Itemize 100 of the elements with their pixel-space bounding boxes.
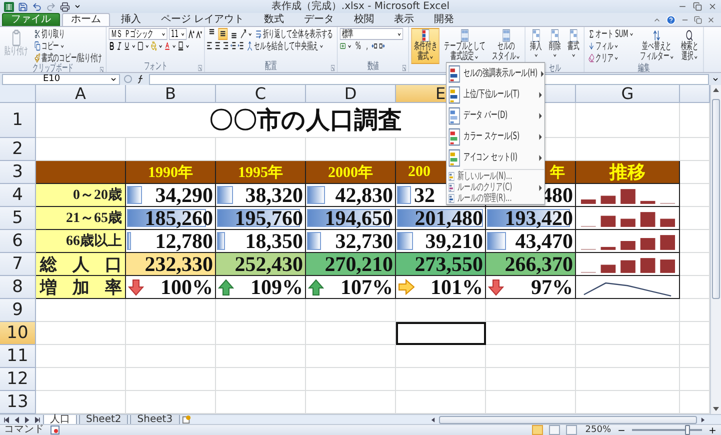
menu-item[interactable]: 新しいルール(N)... bbox=[446, 171, 544, 182]
row-header[interactable]: 7 bbox=[0, 253, 36, 276]
font-size-field[interactable]: 11 bbox=[169, 28, 187, 40]
printer-icon[interactable] bbox=[60, 2, 70, 12]
scrollbar-thumb[interactable] bbox=[439, 416, 697, 424]
grow-font-icon[interactable] bbox=[188, 29, 194, 39]
delete-cells-icon[interactable] bbox=[551, 29, 559, 42]
decrease-decimal-icon[interactable] bbox=[379, 41, 385, 51]
comma-button[interactable]: , bbox=[364, 40, 370, 52]
menu-item[interactable]: データ バー(D) bbox=[446, 105, 544, 126]
undo-icon[interactable] bbox=[32, 2, 42, 12]
increase-indent-icon[interactable] bbox=[238, 41, 244, 51]
row-header[interactable]: 11 bbox=[0, 345, 36, 368]
column-header[interactable]: B bbox=[126, 85, 216, 103]
align-lines-icon[interactable] bbox=[214, 41, 221, 51]
text-orientation-icon[interactable] bbox=[240, 29, 246, 39]
row-header[interactable]: 2 bbox=[0, 138, 36, 161]
close-icon[interactable] bbox=[708, 2, 717, 11]
cell-style-icon[interactable] bbox=[502, 29, 510, 42]
ribbon-tab[interactable]: データ bbox=[295, 13, 344, 26]
row-header[interactable]: 4 bbox=[0, 184, 36, 207]
percent-button[interactable]: % bbox=[354, 40, 363, 52]
macro-record-icon[interactable] bbox=[50, 425, 60, 435]
italic-icon[interactable] bbox=[116, 41, 122, 51]
wrap-text-button[interactable]: 折り返して全体を表示する bbox=[254, 28, 335, 40]
ribbon-tab[interactable]: 開発 bbox=[425, 13, 464, 26]
menu-item[interactable]: 上位/下位ルール(T) bbox=[446, 84, 544, 105]
column-header[interactable]: A bbox=[36, 85, 126, 103]
menu-item[interactable]: ルールの管理(R)... bbox=[446, 193, 544, 204]
format-cells-icon[interactable] bbox=[570, 29, 578, 42]
insert-cells-icon[interactable] bbox=[532, 29, 540, 42]
zoom-slider-thumb[interactable] bbox=[685, 425, 690, 435]
restore-icon[interactable] bbox=[693, 2, 702, 11]
row-header[interactable]: 3 bbox=[0, 161, 36, 184]
conditional-format-icon[interactable] bbox=[422, 29, 430, 42]
find-select-button[interactable]: 検索と 選択 bbox=[678, 28, 701, 64]
font-name-field[interactable]: ＭＳ Ｐゴシック bbox=[109, 28, 168, 40]
dialog-launcher-icon[interactable] bbox=[198, 65, 202, 71]
cells-button[interactable]: 書式 bbox=[565, 28, 582, 64]
align-lines-icon[interactable] bbox=[207, 41, 214, 51]
sheet-nav-icon[interactable] bbox=[3, 416, 11, 424]
dialog-launcher-icon[interactable] bbox=[100, 67, 104, 72]
close-icon[interactable] bbox=[707, 16, 715, 24]
copy-button[interactable]: コピー bbox=[32, 40, 104, 52]
increase-decimal-icon[interactable] bbox=[372, 41, 378, 51]
restore-icon[interactable] bbox=[694, 16, 702, 24]
column-header[interactable]: C bbox=[216, 85, 306, 103]
menu-item[interactable]: アイコン セット(I) bbox=[446, 147, 544, 168]
merge-center-button[interactable]: セルを結合して中央揃え bbox=[245, 40, 326, 52]
ribbon-tab[interactable]: 表示 bbox=[385, 13, 424, 26]
ribbon-tab[interactable]: ホーム bbox=[62, 13, 110, 26]
table-format-icon[interactable] bbox=[460, 29, 468, 42]
cells-button[interactable]: 削除 bbox=[546, 28, 563, 64]
sheet-nav-icon[interactable] bbox=[33, 416, 41, 424]
spreadsheet-app-icon[interactable] bbox=[4, 2, 14, 12]
decrease-indent-icon[interactable] bbox=[230, 41, 236, 51]
ribbon-tab[interactable]: 校閲 bbox=[345, 13, 384, 26]
sheet-tab[interactable]: Sheet2 bbox=[79, 414, 128, 424]
zoom-in-icon[interactable] bbox=[708, 426, 717, 434]
dialog-launcher-icon[interactable] bbox=[331, 65, 335, 71]
row-header[interactable]: 12 bbox=[0, 368, 36, 391]
row-header[interactable]: 13 bbox=[0, 391, 36, 414]
fill-button[interactable]: フィル bbox=[586, 40, 636, 52]
menu-item[interactable]: ルールのクリア(C) bbox=[446, 182, 544, 193]
dialog-launcher-icon[interactable] bbox=[402, 65, 406, 71]
style-button[interactable]: 条件付き 書式 bbox=[411, 28, 440, 64]
autosum-button[interactable]: オート SUM bbox=[586, 28, 636, 40]
row-header[interactable]: 1 bbox=[0, 103, 36, 138]
scrollbar-thumb[interactable] bbox=[712, 99, 720, 299]
shrink-font-icon[interactable] bbox=[196, 29, 202, 39]
menu-item[interactable]: カラー スケール(S) bbox=[446, 126, 544, 147]
sort-filter-button[interactable]: 並べ替えと フィルター bbox=[638, 28, 676, 64]
row-header[interactable]: 5 bbox=[0, 207, 36, 230]
clear-button[interactable]: クリア bbox=[586, 52, 636, 64]
row-header[interactable]: 6 bbox=[0, 230, 36, 253]
cut-button[interactable]: 切り取り bbox=[32, 28, 104, 40]
number-format-field[interactable]: 標準 bbox=[340, 28, 404, 40]
ruby-icon[interactable] bbox=[178, 41, 184, 51]
menu-item[interactable]: セルの強調表示ルール(H) bbox=[446, 63, 544, 84]
ribbon-tab[interactable]: ファイル bbox=[2, 13, 60, 26]
save-icon[interactable] bbox=[18, 2, 28, 12]
ribbon-tab[interactable]: 挿入 bbox=[112, 13, 150, 26]
active-cell[interactable] bbox=[396, 322, 486, 345]
row-header[interactable]: 9 bbox=[0, 299, 36, 322]
help-icon[interactable] bbox=[666, 14, 676, 24]
column-header[interactable]: G bbox=[576, 85, 680, 103]
align-lines-icon[interactable] bbox=[222, 41, 228, 51]
row-header[interactable]: 8 bbox=[0, 276, 36, 299]
vertical-align-button[interactable] bbox=[218, 28, 228, 40]
border-icon[interactable] bbox=[138, 41, 144, 51]
sheet-tab[interactable]: Sheet3 bbox=[130, 414, 180, 424]
ribbon-tab[interactable]: ページ レイアウト bbox=[152, 13, 254, 26]
bold-icon[interactable] bbox=[109, 41, 115, 51]
name-box[interactable]: E10 bbox=[2, 74, 120, 84]
insert-sheet-icon[interactable] bbox=[182, 415, 191, 424]
sheet-tab[interactable]: 人口 bbox=[43, 414, 77, 424]
ribbon-tab[interactable]: 数式 bbox=[255, 13, 294, 26]
column-header[interactable]: D bbox=[306, 85, 396, 103]
row-header[interactable]: 10 bbox=[0, 322, 36, 345]
format-painter-button[interactable]: 書式のコピー/貼り付け bbox=[32, 52, 104, 64]
